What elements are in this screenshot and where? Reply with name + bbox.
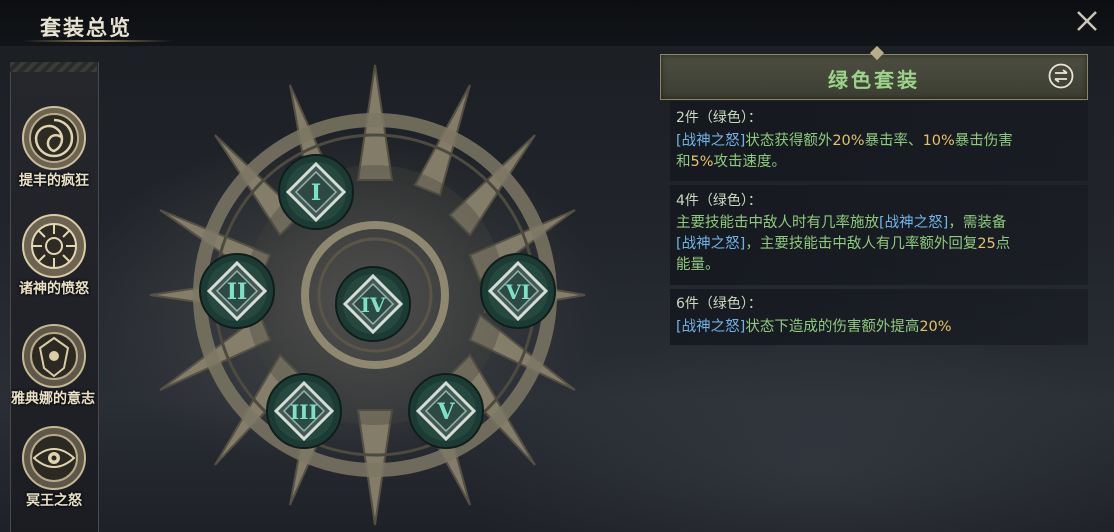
slot-numeral: IV	[361, 293, 386, 317]
gem-slot-icon: III	[266, 373, 342, 449]
bonus-6pc: 6件（绿色）： [战神之怒]状态下造成的伤害额外提高20%	[670, 289, 1088, 345]
sidebar-top-trim	[10, 62, 97, 72]
gem-slot-icon: V	[408, 373, 484, 449]
bonus-heading: 6件（绿色）：	[676, 296, 762, 312]
slot-4[interactable]: IV	[335, 266, 411, 342]
slot-numeral: VI	[505, 280, 531, 304]
page-title: 套装总览	[40, 15, 132, 40]
sidebar-item-athena[interactable]: 雅典娜的意志	[10, 318, 97, 430]
eye-medal-icon	[22, 426, 86, 490]
close-icon	[1077, 11, 1097, 31]
switch-set-button[interactable]	[1048, 63, 1074, 89]
sidebar-item-label: 冥王之怒	[26, 493, 82, 509]
bonus-heading: 2件（绿色）：	[676, 110, 762, 126]
spiral-medal-icon	[22, 106, 86, 170]
slot-1[interactable]: I	[278, 154, 354, 230]
sidebar-item-label: 诸神的愤怒	[19, 281, 89, 297]
bonus-description: [战神之怒]状态下造成的伤害额外提高20%	[676, 319, 952, 335]
bonus-description: 主要技能击中敌人时有几率施放[战神之怒]，需装备 [战神之怒]，主要技能击中敌人…	[676, 215, 1011, 273]
title-underline	[22, 40, 172, 42]
bonus-heading: 4件（绿色）：	[676, 193, 762, 209]
gem-slot-icon: II	[199, 253, 275, 329]
slot-numeral: V	[436, 399, 455, 425]
bonus-description: [战神之怒]状态获得额外20%暴击率、10%暴击伤害 和5%攻击速度。	[676, 133, 1013, 170]
slot-numeral: III	[290, 400, 318, 424]
set-header: 绿色套装	[660, 54, 1088, 100]
shield-medal-icon	[22, 324, 86, 388]
bonus-2pc: 2件（绿色）： [战神之怒]状态获得额外20%暴击率、10%暴击伤害 和5%攻击…	[670, 101, 1088, 181]
slot-5[interactable]: V	[408, 373, 484, 449]
sidebar-item-label: 雅典娜的意志	[11, 391, 95, 407]
gem-slot-icon: I	[278, 154, 354, 230]
sidebar-item-label: 提丰的疯狂	[19, 173, 89, 189]
sidebar-item-gods-wrath[interactable]: 诸神的愤怒	[10, 208, 97, 320]
gem-slot-icon: IV	[335, 266, 411, 342]
set-title: 绿色套装	[828, 68, 920, 92]
swap-icon	[1048, 63, 1074, 89]
sun-medal-icon	[22, 214, 86, 278]
bonus-4pc: 4件（绿色）： 主要技能击中敌人时有几率施放[战神之怒]，需装备 [战神之怒]，…	[670, 185, 1088, 285]
sidebar-item-hades[interactable]: 冥王之怒	[10, 420, 97, 532]
slot-2[interactable]: II	[199, 253, 275, 329]
gem-slot-icon: VI	[480, 253, 556, 329]
sidebar-item-typhon[interactable]: 提丰的疯狂	[10, 100, 97, 212]
slot-3[interactable]: III	[266, 373, 342, 449]
close-button[interactable]	[1072, 6, 1102, 36]
slot-numeral: I	[311, 180, 321, 206]
slot-6[interactable]: VI	[480, 253, 556, 329]
slot-numeral: II	[227, 279, 248, 305]
